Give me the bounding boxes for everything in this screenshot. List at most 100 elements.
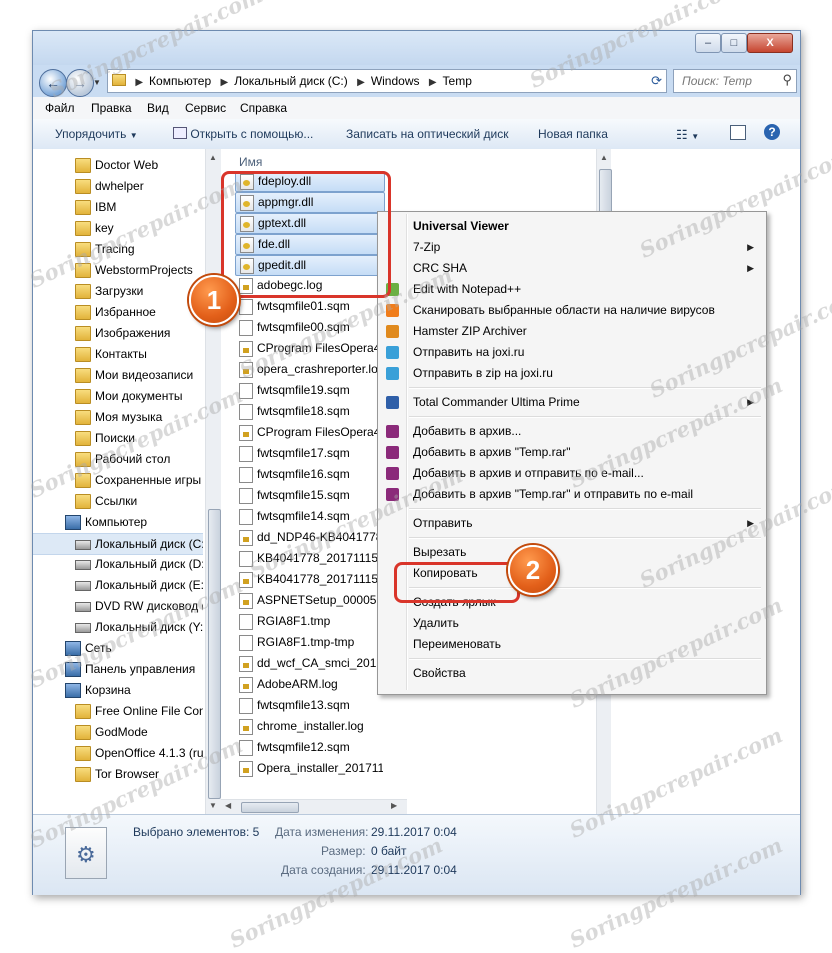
open-with-button[interactable]: Открыть с помощью...	[173, 127, 313, 141]
menu-tools[interactable]: Сервис	[185, 101, 226, 115]
sidebar-item[interactable]: Мои документы	[33, 386, 203, 406]
view-options-icon[interactable]: ☷ ▼	[676, 127, 699, 143]
refresh-icon[interactable]: ⟳	[651, 73, 662, 89]
close-button[interactable]: X	[747, 33, 793, 53]
sidebar-item[interactable]: Локальный диск (Y:)	[33, 617, 203, 637]
sidebar-item[interactable]: GodMode	[33, 722, 203, 742]
sidebar-item[interactable]: IBM	[33, 197, 203, 217]
breadcrumb-temp[interactable]: Temp	[443, 74, 472, 88]
sidebar-item[interactable]: Ссылки	[33, 491, 203, 511]
menu-item[interactable]: Удалить	[380, 613, 762, 634]
sidebar-item[interactable]: Doctor Web	[33, 155, 203, 175]
menu-item[interactable]: Edit with Notepad++	[380, 279, 762, 300]
menu-item[interactable]: Отправить на joxi.ru	[380, 342, 762, 363]
scroll-thumb[interactable]	[241, 802, 299, 813]
back-button[interactable]: ←	[39, 69, 67, 97]
chevron-right-icon[interactable]: ▶	[429, 77, 437, 88]
file-row[interactable]: fwtsqmfile12.sqm	[235, 738, 383, 757]
menu-item[interactable]: Переименовать	[380, 634, 762, 655]
file-row[interactable]: RGIA8F1.tmp-tmp	[235, 633, 383, 652]
breadcrumb-drive-c[interactable]: Локальный диск (C:)	[234, 74, 348, 88]
scroll-up-icon[interactable]: ▲	[209, 153, 217, 162]
file-row[interactable]: dd_wcf_CA_smci_2017	[235, 654, 383, 673]
sidebar-item[interactable]: Рабочий стол	[33, 449, 203, 469]
sidebar-item[interactable]: Моя музыка	[33, 407, 203, 427]
sidebar-item[interactable]: Загрузки	[33, 281, 203, 301]
file-row[interactable]: RGIA8F1.tmp	[235, 612, 383, 631]
menu-item[interactable]: Добавить в архив и отправить по e-mail..…	[380, 463, 762, 484]
menu-help[interactable]: Справка	[240, 101, 287, 115]
file-row[interactable]: fwtsqmfile16.sqm	[235, 465, 383, 484]
menu-item[interactable]: Свойства	[380, 663, 762, 684]
preview-pane-icon[interactable]	[730, 125, 746, 140]
sidebar-item[interactable]: DVD RW дисковод (F:)	[33, 596, 203, 616]
sidebar-item[interactable]: Tor Browser	[33, 764, 203, 784]
file-row[interactable]: opera_crashreporter.log	[235, 360, 383, 379]
column-header-name[interactable]: Имя	[239, 155, 262, 169]
scroll-right-icon[interactable]: ▶	[391, 801, 397, 810]
sidebar-item[interactable]: Локальный диск (E:)	[33, 575, 203, 595]
sidebar-item[interactable]: Мои видеозаписи	[33, 365, 203, 385]
address-bar[interactable]: ▶ Компьютер ▶ Локальный диск (C:) ▶ Windows…	[107, 69, 667, 93]
menu-item[interactable]: Вырезать	[380, 542, 762, 563]
minimize-button[interactable]: –	[695, 33, 721, 53]
sidebar-item[interactable]: Изображения	[33, 323, 203, 343]
sidebar-item[interactable]: Сохраненные игры	[33, 470, 203, 490]
file-row[interactable]: fwtsqmfile14.sqm	[235, 507, 383, 526]
file-row[interactable]: CProgram FilesOpera4	[235, 423, 383, 442]
file-row[interactable]: KB4041778_20171115_0	[235, 570, 383, 589]
menu-item[interactable]: Universal Viewer	[380, 216, 762, 237]
menu-item[interactable]: Добавить в архив "Temp.rar" и отправить …	[380, 484, 762, 505]
menu-item[interactable]: Total Commander Ultima Prime ▶	[380, 392, 762, 413]
file-row[interactable]: KB4041778_20171115_0	[235, 549, 383, 568]
menu-item[interactable]: Отправить ▶	[380, 513, 762, 534]
sidebar-item[interactable]: Избранное	[33, 302, 203, 322]
file-row[interactable]: fwtsqmfile13.sqm	[235, 696, 383, 715]
file-row[interactable]: fwtsqmfile17.sqm	[235, 444, 383, 463]
sidebar-item[interactable]: Поиски	[33, 428, 203, 448]
search-input[interactable]: Поиск: Temp ⚲	[673, 69, 797, 93]
burn-button[interactable]: Записать на оптический диск	[346, 127, 509, 141]
scroll-down-icon[interactable]: ▼	[209, 801, 217, 810]
sidebar-item[interactable]: Free Online File Converter	[33, 701, 203, 721]
menu-item[interactable]: Добавить в архив...	[380, 421, 762, 442]
file-row[interactable]: fwtsqmfile00.sqm	[235, 318, 383, 337]
file-row[interactable]: AdobeARM.log	[235, 675, 383, 694]
menu-item[interactable]: 7-Zip ▶	[380, 237, 762, 258]
search-icon[interactable]: ⚲	[782, 72, 792, 88]
file-row[interactable]: fwtsqmfile01.sqm	[235, 297, 383, 316]
sidebar-item[interactable]: Локальный диск (D:)	[33, 554, 203, 574]
chevron-right-icon[interactable]: ▶	[135, 77, 143, 88]
chevron-right-icon[interactable]: ▶	[221, 77, 229, 88]
breadcrumb-computer[interactable]: Компьютер	[149, 74, 211, 88]
organize-button[interactable]: Упорядочить ▼	[55, 127, 138, 141]
chevron-right-icon[interactable]: ▶	[357, 77, 365, 88]
scroll-up-icon[interactable]: ▲	[600, 153, 608, 162]
sidebar-item[interactable]: Tracing	[33, 239, 203, 259]
sidebar-item[interactable]: WebstormProjects	[33, 260, 203, 280]
file-row[interactable]: Opera_installer_20171110327	[235, 759, 383, 778]
file-row[interactable]: chrome_installer.log	[235, 717, 383, 736]
menu-edit[interactable]: Правка	[91, 101, 132, 115]
file-row[interactable]: fwtsqmfile19.sqm	[235, 381, 383, 400]
sidebar-item[interactable]: Локальный диск (C:)	[33, 533, 203, 555]
menu-view[interactable]: Вид	[147, 101, 169, 115]
file-row[interactable]: ASPNETSetup_00005.log	[235, 591, 383, 610]
sidebar-item[interactable]: Панель управления	[33, 659, 203, 679]
help-icon[interactable]: ?	[764, 124, 780, 140]
file-row[interactable]: fwtsqmfile15.sqm	[235, 486, 383, 505]
sidebar-item[interactable]: Корзина	[33, 680, 203, 700]
forward-button[interactable]: →	[66, 69, 94, 97]
recent-pages-dropdown-icon[interactable]: ▼	[93, 78, 101, 87]
sidebar-item[interactable]: key	[33, 218, 203, 238]
sidebar-item[interactable]: dwhelper	[33, 176, 203, 196]
menu-item[interactable]: Сканировать выбранные области на наличие…	[380, 300, 762, 321]
menu-item[interactable]: Отправить в zip на joxi.ru	[380, 363, 762, 384]
file-row[interactable]: CProgram FilesOpera4	[235, 339, 383, 358]
sidebar-item[interactable]: OpenOffice 4.1.3 (ru)	[33, 743, 203, 763]
menu-file[interactable]: Файл	[45, 101, 75, 115]
sidebar-item[interactable]: Сеть	[33, 638, 203, 658]
file-row[interactable]: dd_NDP46-KB4041778-	[235, 528, 383, 547]
new-folder-button[interactable]: Новая папка	[538, 127, 608, 141]
horizontal-scrollbar[interactable]: ◀ ▶	[221, 799, 407, 814]
